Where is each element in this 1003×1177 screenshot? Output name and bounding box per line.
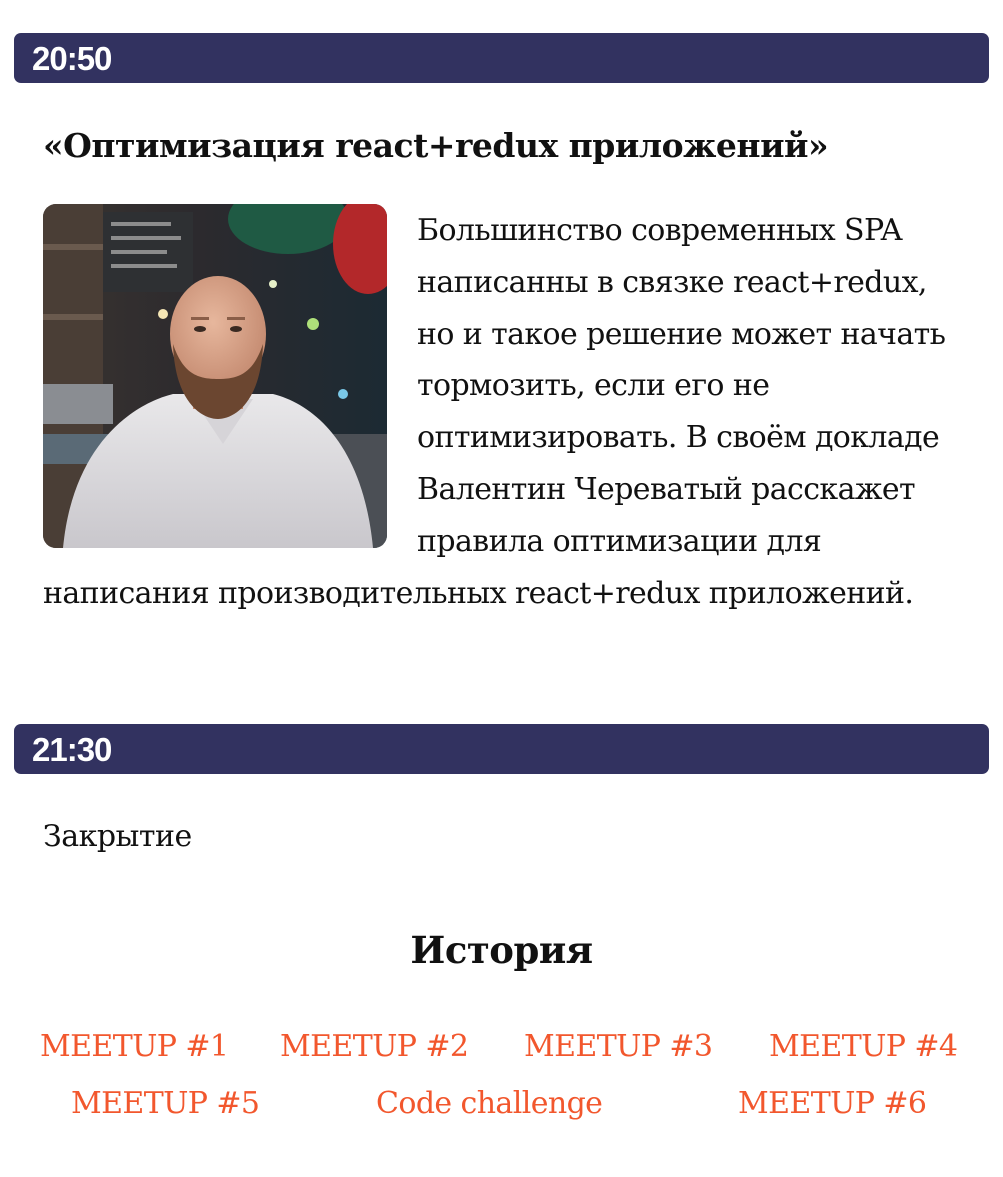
time-label: 21:30	[32, 731, 112, 768]
history-link-meetup-1[interactable]: MEETUP #1	[40, 1022, 230, 1072]
talk-title: «Оптимизация react+redux приложений»	[43, 126, 829, 165]
time-bar: 20:50	[14, 33, 989, 83]
closing-label: Закрытие	[43, 819, 192, 854]
history-link-meetup-2[interactable]: MEETUP #2	[280, 1022, 474, 1072]
history-link-meetup-3[interactable]: MEETUP #3	[524, 1022, 718, 1072]
history-link-meetup-4[interactable]: MEETUP #4	[769, 1022, 965, 1072]
history-link-meetup-6[interactable]: MEETUP #6	[738, 1079, 934, 1129]
talk-body: Большинство современных SPA написанны в …	[43, 204, 963, 619]
history-heading: История	[410, 928, 593, 972]
history-link-meetup-5[interactable]: MEETUP #5	[71, 1079, 265, 1129]
time-label: 20:50	[32, 40, 112, 77]
history-link-code-challenge[interactable]: Code challenge	[376, 1079, 626, 1129]
speaker-photo	[43, 204, 387, 548]
time-bar: 21:30	[14, 724, 989, 774]
